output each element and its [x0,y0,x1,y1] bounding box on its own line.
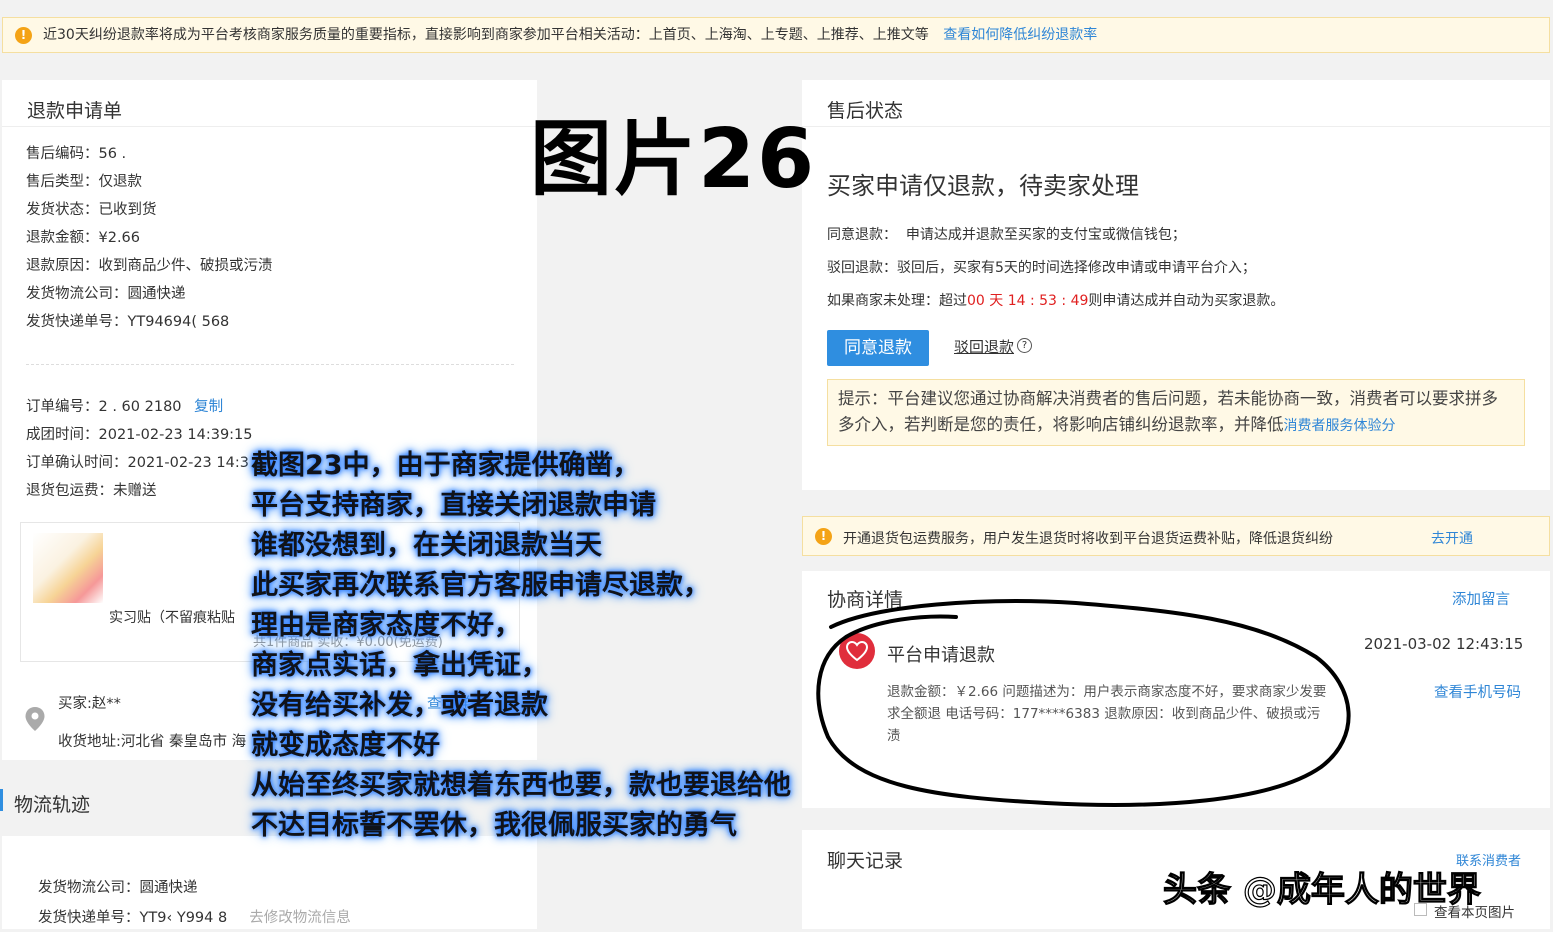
annotation-line: 谁都没想到，在关闭退款当天 [251,530,602,561]
after-sale-divider [802,126,1550,127]
row-order-no: 订单编号：2 . 60 2180 复制 [26,399,224,415]
buyer-name: 买家:赵** [58,696,121,712]
row-code: 售后编码：56 . [26,146,127,162]
location-pin-icon [24,706,46,732]
after-sale-status: 买家申请仅退款，待卖家处理 [827,172,1139,200]
row-amount: 退款金额：¥2.66 [26,230,141,246]
logistics-company-row: 发货物流公司：圆通快递 [38,880,198,896]
notice-text: 近30天纠纷退款率将成为平台考核商家服务质量的重要指标，直接影响到商家参加平台相… [43,27,929,43]
logistics-title: 物流轨迹 [14,794,91,816]
logistics-tracking-row: 发货快递单号：YT9‹ Y994 8 去修改物流信息 [38,910,351,926]
annotation-overlay: 截图23中，由于商家提供确凿， 平台支持商家，直接关闭退款申请 谁都没想到，在关… [251,446,791,846]
agree-refund-button[interactable]: 同意退款 [827,330,929,366]
watermark: 头条 @成年人的世界 [1162,869,1481,910]
annotation-line: 商家点实话，拿出凭证， [251,650,548,681]
enable-shipping-link[interactable]: 去开通 [1431,528,1473,548]
view-phone-link[interactable]: 查看手机号码 [1434,681,1521,702]
annotation-line: 就变成态度不好 [251,730,440,761]
annotation-line: 不达目标誓不罢休，我很佩服买家的勇气 [251,810,737,841]
reject-refund-button[interactable]: 驳回退款 [954,336,1014,357]
after-sale-title: 售后状态 [827,100,904,122]
section-divider [26,364,514,365]
add-message-link[interactable]: 添加留言 [1452,588,1510,609]
row-return-shipping: 退货包运费：未赠送 [26,483,157,499]
annotation-line: 此买家再次联系官方客服申请尽退款， [251,570,710,601]
reject-rule: 驳回退款：驳回后，买家有5天的时间选择修改申请或申请平台介入； [827,260,1256,276]
image-number-title: 图片26 [530,112,817,207]
annotation-line: 没有给买补发，或者退款 [251,690,548,721]
row-ship-status: 发货状态：已收到货 [26,202,157,218]
hand-drawn-circle [816,599,1351,807]
row-tracking: 发货快递单号：YT94694( 568 [26,314,230,330]
refund-form-title: 退款申请单 [27,100,123,122]
service-score-link[interactable]: 消费者服务体验分 [1284,418,1396,434]
chat-title: 聊天记录 [827,850,904,872]
agree-rule: 同意退款： 申请达成并退款至买家的支付宝或微信钱包； [827,227,1186,243]
product-name: 实习贴（不留痕粘贴 [109,610,235,626]
shipping-notice-text: 开通退货包运费服务，用户发生退货时将收到平台退货运费补贴，降低退货纠纷 [843,531,1333,547]
row-reason: 退款原因：收到商品少件、破损或污渍 [26,258,273,274]
row-type: 售后类型：仅退款 [26,174,142,190]
logistics-accent-bar [0,789,5,811]
after-sale-panel: 售后状态 买家申请仅退款，待卖家处理 同意退款： 申请达成并退款至买家的支付宝或… [802,80,1550,490]
product-thumbnail [33,533,103,603]
negotiation-entry-time: 2021-03-02 12:43:15 [1364,635,1524,653]
refund-info-list: 售后编码：56 . 售后类型：仅退款 发货状态：已收到货 退款金额：¥2.66 … [26,140,273,336]
annotation-line: 截图23中，由于商家提供确凿， [251,450,640,481]
row-carrier: 发货物流公司：圆通快递 [26,286,186,302]
shipping-address: 收货地址:河北省 秦皇岛市 海 [58,734,247,750]
warning-icon: ! [815,528,832,545]
row-confirm-time: 订单确认时间：2021-02-23 14:3 [26,455,249,471]
annotation-line: 从始至终买家就想着东西也要，款也要退给他 [251,770,791,801]
reduce-refund-rate-link[interactable]: 查看如何降低纠纷退款率 [943,27,1097,43]
annotation-line: 平台支持商家，直接关闭退款申请 [251,490,656,521]
annotation-line: 理由是商家态度不好， [251,610,521,641]
top-notice-bar: ! 近30天纠纷退款率将成为平台考核商家服务质量的重要指标，直接影响到商家参加平… [2,17,1550,53]
shipping-notice-bar: ! 开通退货包运费服务，用户发生退货时将收到平台退货运费补贴，降低退货纠纷 去开… [802,516,1550,556]
negotiation-panel: 协商详情 添加留言 平台申请退款 2021-03-02 12:43:15 退款金… [802,571,1550,808]
order-info-list: 订单编号：2 . 60 2180 复制 成团时间：2021-02-23 14:3… [26,393,253,505]
timeout-rule: 如果商家未处理：超过00 天 14 : 53 : 49则申请达成并自动为买家退款… [827,293,1285,309]
row-group-time: 成团时间：2021-02-23 14:39:15 [26,427,253,443]
help-icon[interactable]: ? [1017,338,1032,353]
copy-order-button[interactable]: 复制 [194,399,223,415]
platform-tip-box: 提示：平台建议您通过协商解决消费者的售后问题，若未能协商一致，消费者可以要求拼多… [827,379,1525,446]
modify-logistics-link[interactable]: 去修改物流信息 [249,910,351,926]
logistics-panel: 发货物流公司：圆通快递 发货快递单号：YT9‹ Y994 8 去修改物流信息 [2,836,537,929]
title-divider [2,126,537,127]
warning-icon: ! [15,27,32,44]
countdown-timer: 00 天 14 : 53 : 49 [967,293,1089,309]
